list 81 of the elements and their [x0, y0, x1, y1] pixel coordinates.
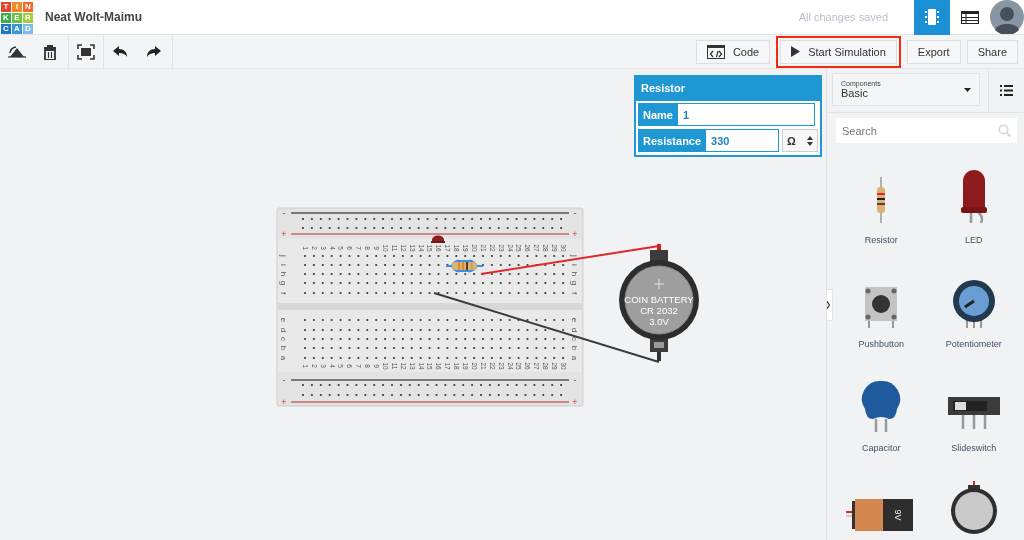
input-field[interactable]: 330: [706, 129, 779, 152]
chip-icon: [925, 8, 939, 26]
toolbar-button[interactable]: Share: [966, 39, 1018, 64]
row-letter: g: [570, 280, 579, 286]
battery-label: CR 2032: [640, 305, 678, 316]
row-letter: b: [279, 345, 288, 351]
rail-sign: -: [282, 208, 286, 218]
led-icon[interactable]: [960, 170, 987, 225]
toolbar-button[interactable]: Export: [906, 39, 961, 64]
start-simulation-button[interactable]: Start Simulation: [780, 39, 897, 64]
save-status: All changes saved: [798, 11, 888, 23]
component-name: LED: [965, 235, 983, 245]
component-name: Slideswitch: [951, 443, 997, 453]
field-label: Resistance: [638, 129, 707, 152]
component-name: Resistor: [864, 235, 898, 245]
row-letter: b: [570, 345, 579, 351]
logo-letter: E: [12, 12, 22, 23]
pushbutton-icon[interactable]: [865, 287, 898, 329]
rotate-icon: [8, 43, 26, 60]
search-icon: [998, 124, 1011, 137]
logo-letter: T: [1, 1, 11, 12]
row-letter: j: [570, 255, 579, 257]
logo-letter: R: [23, 12, 33, 23]
row-letter: f: [570, 291, 579, 295]
row-letter: c: [279, 337, 288, 341]
battery-label: 9V: [893, 509, 904, 521]
logo-letter: I: [12, 1, 22, 12]
row-letter: h: [279, 271, 288, 277]
potentiometer-icon[interactable]: [952, 280, 995, 329]
row-letter: c: [570, 337, 579, 341]
resistor-drawing: [446, 259, 483, 273]
coin-battery-icon[interactable]: [950, 481, 997, 534]
dropdown-value: Basic: [841, 87, 868, 99]
input-field[interactable]: 1: [677, 103, 815, 126]
row-letter: f: [279, 291, 288, 295]
battery-icon[interactable]: [846, 499, 914, 531]
row-letter: e: [279, 317, 288, 323]
row-letter: e: [570, 317, 579, 323]
search-field[interactable]: Search: [836, 118, 1017, 143]
row-letter: g: [279, 280, 288, 286]
project-title: Neat Wolt-Maimu: [45, 10, 143, 24]
panel-title: Resistor: [636, 77, 820, 101]
caret-icon: [964, 87, 971, 92]
component-name: Potentiometer: [945, 339, 1002, 349]
rail-sign: +: [572, 229, 578, 239]
field-label: Name: [638, 103, 678, 126]
table-icon: [961, 10, 979, 24]
slide-switch-icon[interactable]: [947, 397, 1000, 431]
rail-sign: -: [573, 208, 577, 218]
row-letter: i: [279, 264, 288, 266]
capacitor-icon[interactable]: [862, 381, 901, 433]
row-letter: i: [570, 264, 579, 266]
rail-sign: +: [281, 229, 287, 239]
avatar-icon: [990, 0, 1024, 34]
logo-letter: K: [1, 12, 11, 23]
resistor-icon[interactable]: [877, 176, 886, 224]
rail-sign: +: [572, 397, 578, 407]
play-icon: [791, 46, 801, 57]
row-letter: j: [279, 255, 288, 257]
row-letter: a: [570, 355, 579, 361]
row-letter: d: [570, 327, 579, 333]
unit-select[interactable]: Ω: [782, 129, 818, 152]
row-letter: d: [279, 327, 288, 333]
code-button[interactable]: Code: [695, 39, 771, 64]
rail-sign: -: [573, 375, 577, 385]
logo-letter: D: [23, 23, 33, 34]
rail-sign: -: [282, 375, 286, 385]
led-drawing: [431, 235, 445, 243]
battery-label: 3.0V: [649, 316, 669, 327]
row-letter: a: [279, 355, 288, 361]
rail-sign: +: [281, 397, 287, 407]
component-name: Pushbutton: [858, 339, 904, 349]
fit-view-icon: [77, 43, 95, 60]
logo-letter: N: [23, 1, 33, 12]
row-letter: h: [570, 271, 579, 277]
code-icon: [706, 44, 725, 59]
list-icon: [1000, 85, 1013, 96]
stepper-icon: [807, 135, 813, 146]
logo-letter: A: [12, 23, 22, 34]
component-name: Capacitor: [862, 443, 901, 453]
logo-letter: C: [1, 23, 11, 34]
